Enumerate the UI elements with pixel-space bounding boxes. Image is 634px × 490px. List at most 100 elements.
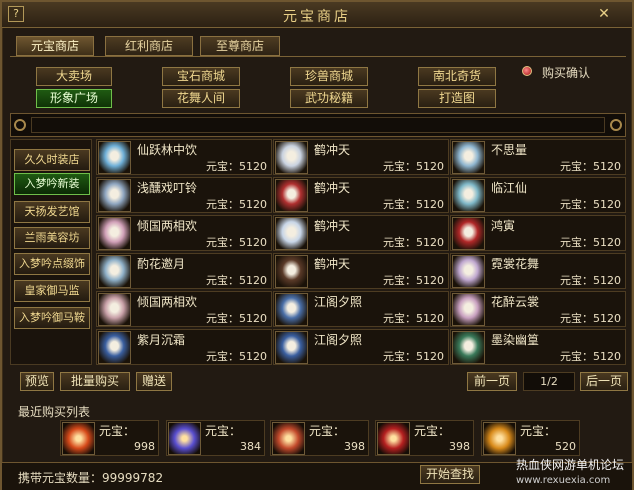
- recent-item[interactable]: 元宝： 384: [166, 420, 265, 456]
- title-bar[interactable]: ? 元宝商店 ✕: [2, 2, 632, 28]
- shop-item[interactable]: 酌花邀月 元宝：5120: [96, 253, 272, 289]
- recent-item[interactable]: 元宝： 998: [60, 420, 159, 456]
- item-icon: [272, 422, 305, 455]
- sidebar-item-5[interactable]: 皇家御马监: [14, 280, 90, 302]
- shop-item[interactable]: 花醉云裳元宝：5120: [450, 291, 626, 327]
- shop-item[interactable]: 鹤冲天 元宝：5120: [273, 253, 449, 289]
- category-image-plaza[interactable]: 形象广场: [36, 89, 112, 108]
- sidebar-item-1[interactable]: 入梦吟新装: [14, 173, 90, 195]
- category-flower-dance[interactable]: 花舞人间: [162, 89, 240, 108]
- category-da-mai-chang[interactable]: 大卖场: [36, 67, 112, 86]
- item-price: 元宝：5120: [560, 196, 621, 212]
- price-label: 元宝：: [206, 274, 239, 287]
- price-label: 元宝：: [560, 236, 593, 249]
- shop-item[interactable]: 墨染幽篁元宝：5120: [450, 329, 626, 365]
- item-name: 花醉云裳: [491, 295, 540, 309]
- price-value: 5120: [239, 274, 267, 287]
- tab-bonus-shop[interactable]: 红利商店: [105, 36, 193, 56]
- item-price: 元宝：5120: [383, 348, 444, 364]
- price-label: 元宝：: [383, 274, 416, 287]
- shop-item[interactable]: 鹤冲天 元宝：5120: [273, 139, 449, 175]
- item-price: 元宝：5120: [206, 196, 267, 212]
- item-price: 元宝：5120: [206, 234, 267, 250]
- price-value: 5120: [239, 198, 267, 211]
- recent-qty: 398: [344, 440, 365, 453]
- recent-item[interactable]: 元宝： 520: [481, 420, 580, 456]
- info-banner: [10, 113, 626, 137]
- sidebar-item-4[interactable]: 入梦吟点缀饰: [14, 253, 90, 275]
- tab-supreme-shop[interactable]: 至尊商店: [200, 36, 280, 56]
- prev-page-button[interactable]: 前一页: [467, 372, 517, 391]
- price-value: 5120: [593, 274, 621, 287]
- shop-item[interactable]: 江阁夕照元宝：5120: [273, 291, 449, 327]
- purchase-confirm-toggle[interactable]: [522, 66, 532, 76]
- category-gem-mall[interactable]: 宝石商城: [162, 67, 240, 86]
- recent-label: 元宝：: [414, 424, 451, 438]
- price-label: 元宝：: [560, 350, 593, 363]
- shop-item[interactable]: 鹤冲天 元宝：5120: [273, 177, 449, 213]
- watermark: 热血侠网游单机论坛 www.rexuexia.com: [516, 457, 624, 489]
- shop-item[interactable]: 江阁夕照元宝：5120: [273, 329, 449, 365]
- price-value: 5120: [416, 312, 444, 325]
- recent-qty: 398: [449, 440, 470, 453]
- recent-purchases-title: 最近购买列表: [18, 405, 91, 419]
- item-name: 江阁夕照: [314, 333, 363, 347]
- shop-item[interactable]: 紫月沉霜 元宝：5120: [96, 329, 272, 365]
- item-price: 元宝：5120: [560, 310, 621, 326]
- sidebar-item-3[interactable]: 兰雨美容坊: [14, 227, 90, 249]
- watermark-url: www.rexuexia.com: [516, 475, 611, 486]
- bulk-buy-button[interactable]: 批量购买: [60, 372, 130, 391]
- recent-qty: 520: [555, 440, 576, 453]
- item-price: 元宝：5120: [383, 158, 444, 174]
- costume-icon: [275, 179, 308, 212]
- item-name: 鹤冲天: [314, 257, 351, 271]
- recent-item[interactable]: 元宝： 398: [375, 420, 474, 456]
- price-label: 元宝：: [383, 350, 416, 363]
- sidebar-item-6[interactable]: 入梦吟御马鞍: [14, 307, 90, 329]
- item-price: 元宝：5120: [383, 234, 444, 250]
- shop-item[interactable]: 倾国两相欢 元宝：5120: [96, 291, 272, 327]
- item-price: 元宝：5120: [560, 234, 621, 250]
- item-price: 元宝：5120: [560, 158, 621, 174]
- category-crafting[interactable]: 打造图: [418, 89, 496, 108]
- preview-button[interactable]: 预览: [20, 372, 54, 391]
- next-page-button[interactable]: 后一页: [580, 372, 628, 391]
- item-icon: [377, 422, 410, 455]
- costume-icon: [98, 217, 131, 250]
- category-beast-mall[interactable]: 珍兽商城: [290, 67, 368, 86]
- recent-item[interactable]: 元宝： 398: [270, 420, 369, 456]
- item-name: 鹤冲天: [314, 219, 351, 233]
- item-name: 江阁夕照: [314, 295, 363, 309]
- carried-yuanbao: 携带元宝数量：99999782: [18, 471, 164, 485]
- recent-qty: 384: [240, 440, 261, 453]
- close-button[interactable]: ✕: [596, 6, 612, 22]
- watermark-text: 热血侠网游单机论坛: [516, 458, 625, 472]
- item-price: 元宝：5120: [560, 348, 621, 364]
- price-label: 元宝：: [383, 312, 416, 325]
- item-price: 元宝：5120: [383, 310, 444, 326]
- shop-item[interactable]: 鹤冲天元宝：5120: [273, 215, 449, 251]
- category-misc-goods[interactable]: 南北奇货: [418, 67, 496, 86]
- price-label: 元宝：: [206, 160, 239, 173]
- sidebar-item-0[interactable]: 久久时装店: [14, 149, 90, 171]
- item-name: 墨染幽篁: [491, 333, 540, 347]
- item-name: 仙跃林中饮: [137, 143, 198, 157]
- item-name: 鹤冲天: [314, 181, 351, 195]
- shop-item[interactable]: 不思量 元宝：5120: [450, 139, 626, 175]
- shop-item[interactable]: 浅醺戏叮铃 元宝：5120: [96, 177, 272, 213]
- shop-item[interactable]: 鸿寅 元宝：5120: [450, 215, 626, 251]
- shop-item[interactable]: 仙跃林中饮 元宝：5120: [96, 139, 272, 175]
- sidebar-item-2[interactable]: 天扬发艺馆: [14, 201, 90, 223]
- gift-button[interactable]: 赠送: [136, 372, 172, 391]
- start-search-button[interactable]: 开始查找: [420, 465, 480, 484]
- shop-item[interactable]: 霓裳花舞 元宝：5120: [450, 253, 626, 289]
- tab-yuanbao-shop[interactable]: 元宝商店: [16, 36, 94, 56]
- price-value: 5120: [416, 350, 444, 363]
- costume-icon: [98, 255, 131, 288]
- sidebar: 久久时装店 入梦吟新装 天扬发艺馆 兰雨美容坊 入梦吟点缀饰 皇家御马监 入梦吟…: [10, 139, 92, 365]
- item-price: 元宝：5120: [206, 158, 267, 174]
- shop-item[interactable]: 临江仙 元宝：5120: [450, 177, 626, 213]
- shop-item[interactable]: 倾国两相欢 元宝：5120: [96, 215, 272, 251]
- recent-qty: 998: [134, 440, 155, 453]
- category-martial-arts[interactable]: 武功秘籍: [290, 89, 368, 108]
